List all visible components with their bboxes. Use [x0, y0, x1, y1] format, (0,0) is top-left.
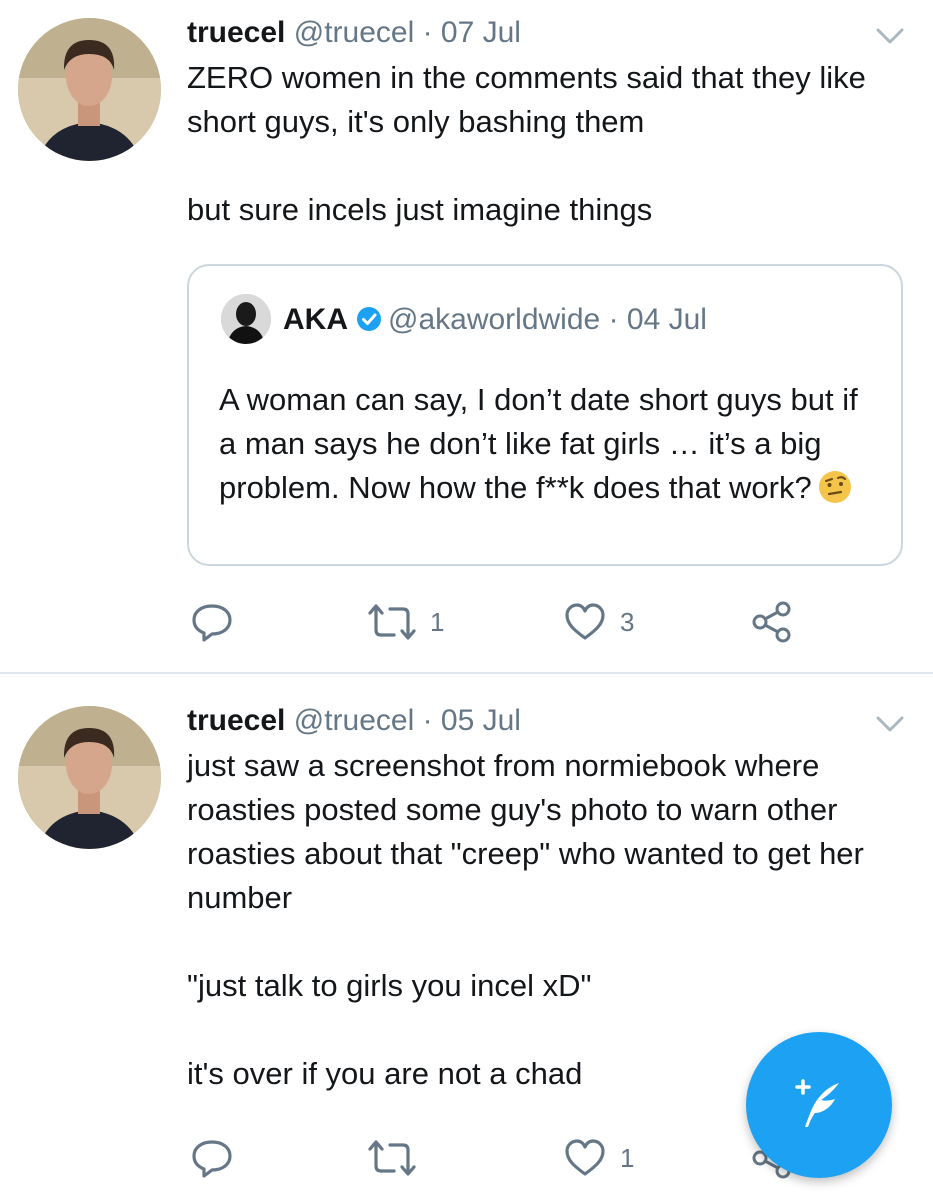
user-handle[interactable]: @truecel: [294, 16, 415, 49]
quoted-date[interactable]: 04 Jul: [627, 303, 707, 336]
avatar[interactable]: [18, 706, 161, 849]
chevron-down-icon[interactable]: [875, 714, 905, 734]
retweet-count: 1: [430, 606, 445, 637]
reply-icon: [190, 1136, 234, 1180]
chevron-down-icon[interactable]: [875, 26, 905, 46]
tweet-1[interactable]: truecel @truecel · 07 Jul ZERO women in …: [0, 0, 933, 672]
raised-eyebrow-emoji-icon: [818, 470, 852, 504]
tweet-text: ZERO women in the comments said that the…: [187, 60, 866, 227]
quoted-header: AKA @akaworldwide · 04 Jul: [283, 302, 707, 338]
avatar[interactable]: [18, 18, 161, 161]
heart-icon: [564, 1138, 606, 1178]
reply-button[interactable]: [190, 1136, 234, 1180]
quoted-avatar[interactable]: [221, 294, 271, 344]
share-icon: [750, 600, 794, 644]
quoted-text-container: A woman can say, I don’t date short guys…: [219, 378, 879, 510]
retweet-button[interactable]: [368, 1136, 430, 1180]
reply-button[interactable]: [190, 600, 234, 644]
retweet-icon: [368, 1138, 416, 1178]
heart-icon: [564, 602, 606, 642]
like-button[interactable]: 1: [564, 1136, 634, 1180]
tweet-actions: 1: [190, 1136, 810, 1180]
quoted-user-name[interactable]: AKA: [283, 303, 348, 336]
reply-icon: [190, 600, 234, 644]
quoted-tweet[interactable]: AKA @akaworldwide · 04 Jul A woman can sa…: [187, 264, 903, 566]
like-count: 1: [620, 1142, 635, 1173]
tweet-header: truecel @truecel · 05 Jul: [187, 703, 521, 739]
separator-dot: ·: [422, 704, 433, 737]
separator-dot: ·: [422, 16, 433, 49]
like-button[interactable]: 3: [564, 600, 634, 644]
tweet-header: truecel @truecel · 07 Jul: [187, 15, 521, 51]
retweet-button[interactable]: 1: [368, 600, 444, 644]
compose-tweet-icon: [789, 1073, 849, 1138]
tweet-actions: 1 3: [190, 600, 810, 644]
quoted-text: A woman can say, I don’t date short guys…: [219, 382, 858, 505]
like-count: 3: [620, 606, 635, 637]
share-button[interactable]: [750, 600, 794, 644]
separator-dot: ·: [608, 303, 619, 336]
user-handle[interactable]: @truecel: [294, 704, 415, 737]
user-name[interactable]: truecel: [187, 704, 285, 737]
user-name[interactable]: truecel: [187, 16, 285, 49]
tweet-date[interactable]: 07 Jul: [441, 16, 521, 49]
quoted-user-handle[interactable]: @akaworldwide: [388, 303, 600, 336]
tweet-date[interactable]: 05 Jul: [441, 704, 521, 737]
compose-tweet-button[interactable]: [746, 1032, 892, 1178]
retweet-icon: [368, 602, 416, 642]
verified-badge-icon: [356, 305, 382, 331]
